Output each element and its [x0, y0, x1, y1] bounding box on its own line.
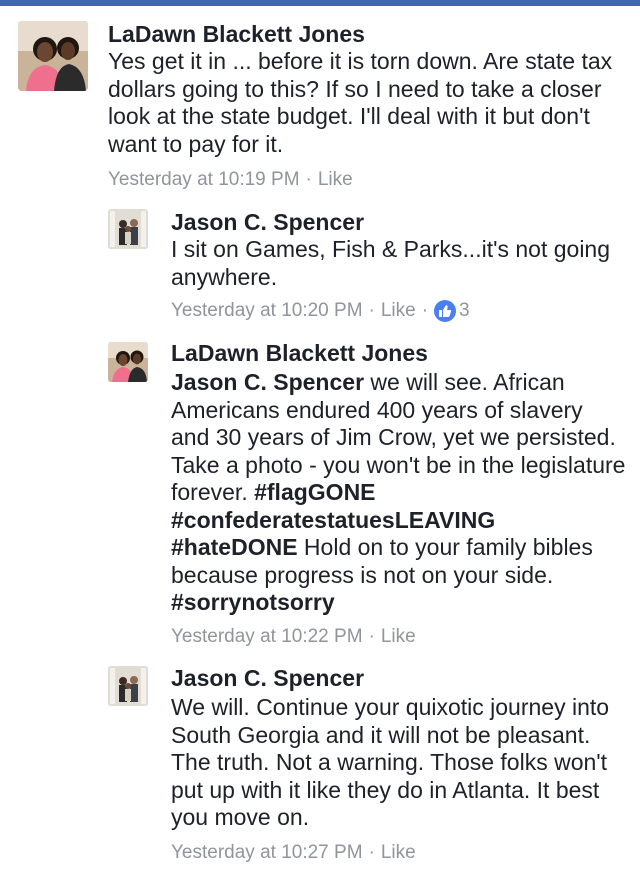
comment-author[interactable]: Jason C. Spencer: [171, 664, 364, 692]
profile-photo-icon: [18, 21, 88, 91]
comment-meta: Yesterday at 10:27 PM · Like: [171, 841, 416, 865]
meta-separator: ·: [305, 169, 312, 190]
meta-separator: ·: [368, 626, 375, 647]
comment-reply: LaDawn Blackett Jones Jason C. Spencer w…: [0, 330, 640, 660]
meta-separator: ·: [368, 300, 375, 321]
comment-meta: Yesterday at 10:20 PM · Like · 3: [171, 299, 470, 323]
avatar[interactable]: [108, 342, 148, 382]
profile-photo-icon: [108, 209, 148, 249]
like-link[interactable]: Like: [381, 841, 416, 865]
comment-author[interactable]: LaDawn Blackett Jones: [171, 339, 428, 367]
meta-separator: ·: [368, 842, 375, 863]
comment-text: We will. Continue your quixotic journey …: [171, 694, 610, 830]
comment-text: I sit on Games, Fish & Parks...it's not …: [171, 236, 611, 290]
comment-text: Yes get it in ... before it is torn down…: [108, 48, 613, 157]
profile-photo-icon: [108, 342, 148, 382]
avatar[interactable]: [108, 666, 148, 706]
comment-meta: Yesterday at 10:22 PM · Like: [171, 625, 416, 649]
comment-timestamp[interactable]: Yesterday at 10:20 PM: [171, 299, 363, 323]
like-link[interactable]: Like: [318, 168, 353, 192]
reaction-count[interactable]: 3: [459, 299, 470, 323]
comment: LaDawn Blackett Jones Yes get it in ... …: [0, 0, 640, 200]
hashtag-link[interactable]: #hateDONE: [171, 534, 298, 560]
comment-reply: Jason C. Spencer We will. Continue your …: [0, 660, 640, 870]
hashtag-link[interactable]: #confederatestatuesLEAVING: [171, 507, 495, 533]
thumbs-up-icon[interactable]: [434, 300, 457, 322]
like-link[interactable]: Like: [381, 299, 416, 323]
comment-author[interactable]: LaDawn Blackett Jones: [108, 20, 365, 48]
comment-reply: Jason C. Spencer I sit on Games, Fish & …: [0, 200, 640, 330]
comment-meta: Yesterday at 10:19 PM · Like: [108, 168, 353, 192]
avatar[interactable]: [108, 209, 148, 249]
meta-separator: ·: [421, 300, 429, 321]
comment-timestamp[interactable]: Yesterday at 10:27 PM: [171, 841, 363, 865]
hashtag-link[interactable]: #flagGONE: [254, 479, 375, 505]
comment-author[interactable]: Jason C. Spencer: [171, 208, 364, 236]
comment-timestamp[interactable]: Yesterday at 10:19 PM: [108, 168, 300, 192]
profile-photo-icon: [108, 666, 148, 706]
avatar[interactable]: [18, 21, 88, 91]
comment-timestamp[interactable]: Yesterday at 10:22 PM: [171, 625, 363, 649]
mention-link[interactable]: Jason C. Spencer: [171, 369, 364, 395]
comment-text: Jason C. Spencer we will see. African Am…: [171, 369, 626, 617]
hashtag-link[interactable]: #sorrynotsorry: [171, 589, 335, 615]
like-link[interactable]: Like: [381, 625, 416, 649]
